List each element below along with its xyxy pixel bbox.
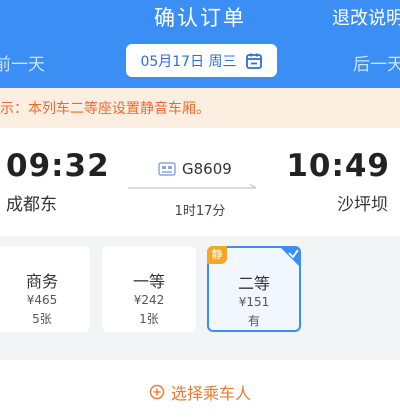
passenger-section: 选择乘车人 xyxy=(0,360,400,418)
seat-availability: 有 xyxy=(247,314,260,328)
seat-availability: 1张 xyxy=(139,312,159,326)
add-circle-icon xyxy=(149,384,165,400)
select-passenger-button[interactable]: 选择乘车人 xyxy=(0,380,400,404)
seat-options: 商务 ¥465 5张 一等 ¥242 1张 静 二等 ¥151 有 xyxy=(0,236,400,348)
prev-day-button[interactable]: 前一天 xyxy=(0,50,45,75)
seat-price: ¥465 xyxy=(26,293,58,307)
date-selector[interactable]: 05月17日 周三 xyxy=(126,44,277,77)
route-arrow xyxy=(128,184,257,189)
seat-price: ¥151 xyxy=(238,295,270,309)
seat-name: 商务 xyxy=(25,272,58,291)
seat-name: 二等 xyxy=(237,274,270,293)
check-icon xyxy=(279,246,301,268)
train-number[interactable]: G8609 xyxy=(158,160,232,178)
seat-price: ¥242 xyxy=(133,293,165,307)
train-icon xyxy=(158,162,176,176)
arrival-time: 10:49 xyxy=(286,148,390,184)
notice-banner: 提示：本列车二等座设置静音车厢。 xyxy=(0,88,400,128)
departure-time: 09:32 xyxy=(6,148,110,184)
date-label: 05月17日 周三 xyxy=(140,53,237,70)
select-passenger-label: 选择乘车人 xyxy=(170,384,251,403)
quiet-car-badge: 静 xyxy=(207,246,227,264)
seat-option-first-class[interactable]: 一等 ¥242 1张 xyxy=(102,246,196,332)
seat-option-second-class[interactable]: 静 二等 ¥151 有 xyxy=(207,246,301,332)
seat-availability: 5张 xyxy=(32,312,52,326)
notice-text: 提示：本列车二等座设置静音车厢。 xyxy=(0,101,210,117)
train-number-label: G8609 xyxy=(182,160,232,178)
next-day-button[interactable]: 后一天 xyxy=(353,50,400,75)
seat-option-business[interactable]: 商务 ¥465 5张 xyxy=(0,246,90,332)
header-bar: 确认订单 退改说明 前一天 05月17日 周三 后一天 xyxy=(0,0,400,88)
trip-info: 09:32 成都东 G8609 1时17分 10:49 沙坪坝 xyxy=(0,128,400,236)
seat-name: 一等 xyxy=(132,272,165,291)
calendar-icon xyxy=(245,53,262,69)
refund-rules-link[interactable]: 退改说明 xyxy=(332,4,400,30)
arrival-station: 沙坪坝 xyxy=(337,195,388,215)
